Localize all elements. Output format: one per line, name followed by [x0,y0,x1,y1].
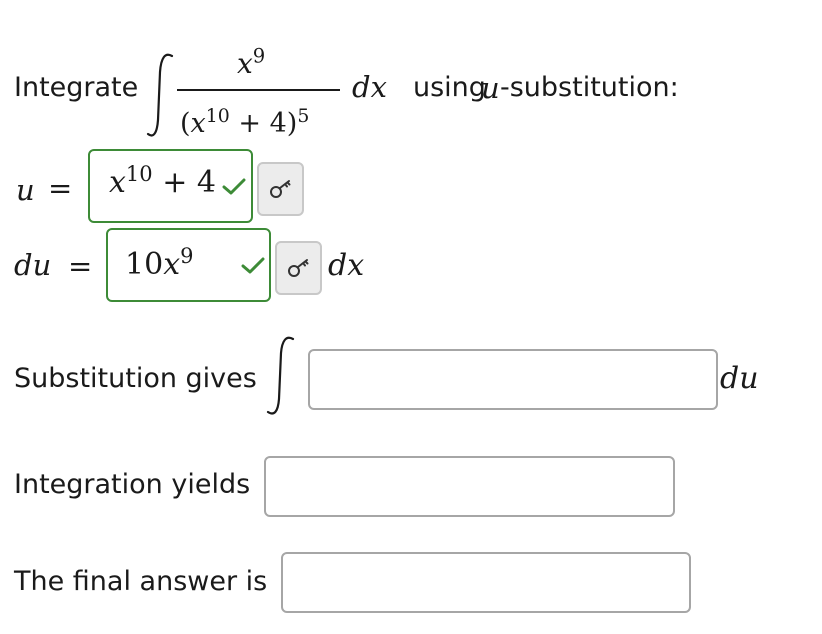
check-icon [241,257,265,274]
fraction-bar [177,89,340,91]
final-answer-input[interactable] [281,552,691,613]
prompt-differential: dx [352,70,387,104]
du-suffix: dx [328,248,365,283]
integrand-numerator: x9 [237,44,266,80]
prompt-text-using: using [413,72,486,103]
key-icon [269,180,290,198]
u-equals: = [48,171,73,205]
prompt-u-variable: u [481,71,500,105]
check-icon [222,178,246,195]
u-key-button[interactable] [257,162,304,216]
final-answer-label: The final answer is [14,566,268,597]
substitution-suffix: du [720,361,759,396]
substitution-input[interactable] [308,349,718,410]
du-label: du [14,248,52,282]
u-label: u [16,173,35,207]
du-answer-value: 10x9 [125,244,194,282]
key-icon [287,259,308,277]
integral-sign [266,336,295,415]
integration-input[interactable] [264,456,675,517]
integral-sign [146,53,174,137]
du-key-button[interactable] [275,241,322,295]
substitution-label: Substitution gives [14,363,257,394]
u-answer-value: x10 + 4 [109,162,216,200]
du-equals: = [68,249,93,283]
prompt-text-substitution: -substitution: [500,72,679,103]
integrand-denominator: (x10 + 4)5 [180,105,310,139]
integration-label: Integration yields [14,469,251,500]
prompt-text-integrate: Integrate [14,72,139,103]
